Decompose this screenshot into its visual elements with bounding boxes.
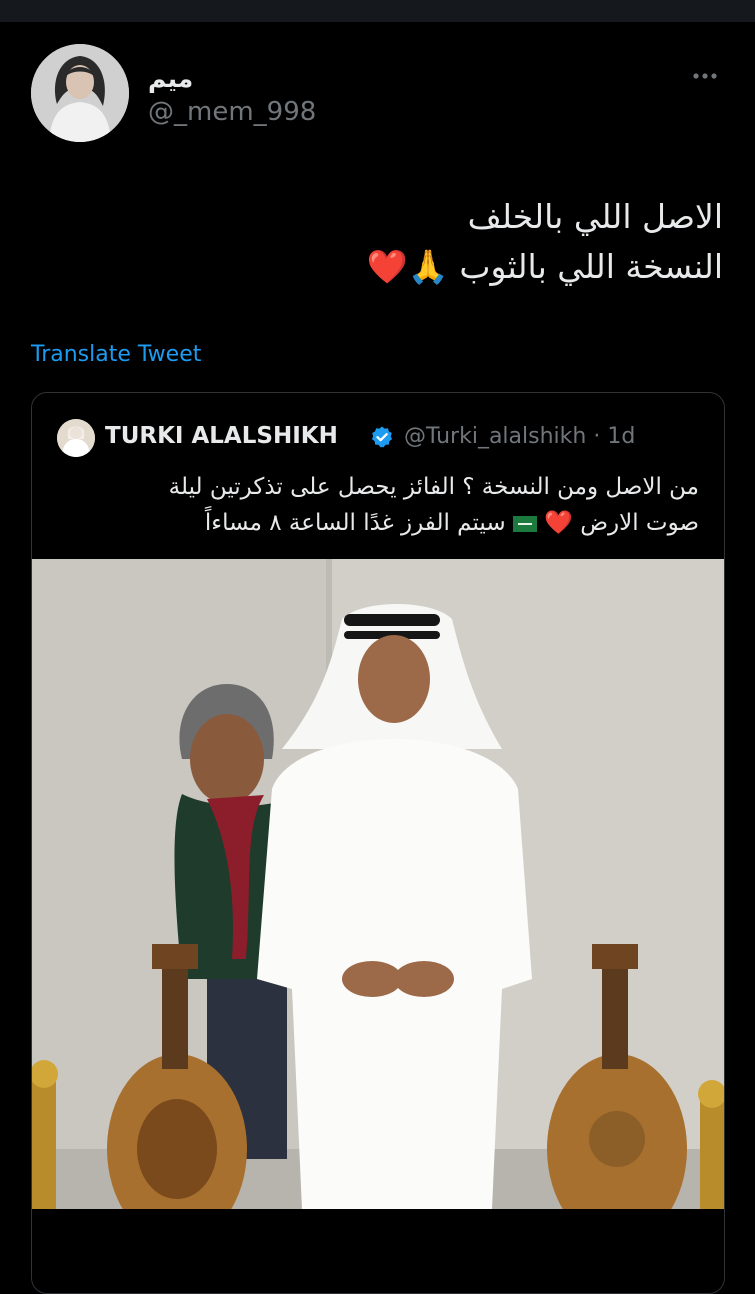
quoted-tweet-photo[interactable] xyxy=(32,559,724,1244)
quoted-tweet-text: من الاصل ومن النسخة ؟ الفائز يحصل على تذ… xyxy=(59,469,699,541)
top-bar xyxy=(0,0,755,22)
saudi-flag-icon xyxy=(512,515,537,532)
tweet-text-line: الاصل اللي بالخلف xyxy=(467,197,723,236)
verified-badge-icon xyxy=(370,425,394,449)
avatar-photo xyxy=(31,44,129,142)
tweet-text: الاصل اللي بالخلف النسخة اللي بالثوب 🙏❤️ xyxy=(43,192,723,292)
display-name[interactable]: ميم xyxy=(148,64,193,93)
quoted-handle[interactable]: @Turki_alalshikh xyxy=(404,424,586,449)
quoted-text-line: من الاصل ومن النسخة ؟ الفائز يحصل على تذ… xyxy=(168,474,699,500)
quoted-text-segment: صوت الارض ❤️ xyxy=(544,510,699,536)
quoted-avatar[interactable] xyxy=(57,419,95,457)
meta-separator: · xyxy=(593,424,601,449)
quoted-avatar-photo xyxy=(57,419,95,457)
quoted-meta: @Turki_alalshikh · 1d xyxy=(404,424,635,449)
quoted-display-name[interactable]: TURKI ALALSHIKH xyxy=(105,423,338,449)
quoted-text-line: صوت الارض ❤️ سيتم الفرز غدًا الساعة ٨ مس… xyxy=(59,505,699,541)
translate-tweet-link[interactable]: Translate Tweet xyxy=(31,342,201,367)
photo-illustration xyxy=(32,559,724,1244)
quoted-text-segment: سيتم الفرز غدًا الساعة ٨ مساءاً xyxy=(204,510,506,536)
quoted-tweet-card[interactable]: TURKI ALALSHIKH @Turki_alalshikh · 1d من… xyxy=(31,392,725,1294)
user-handle[interactable]: @_mem_998 xyxy=(148,97,316,127)
more-horizontal-icon[interactable] xyxy=(690,66,720,86)
tweet-text-line: النسخة اللي بالثوب 🙏❤️ xyxy=(366,247,723,286)
quoted-timestamp[interactable]: 1d xyxy=(607,424,635,449)
avatar[interactable] xyxy=(31,44,129,142)
